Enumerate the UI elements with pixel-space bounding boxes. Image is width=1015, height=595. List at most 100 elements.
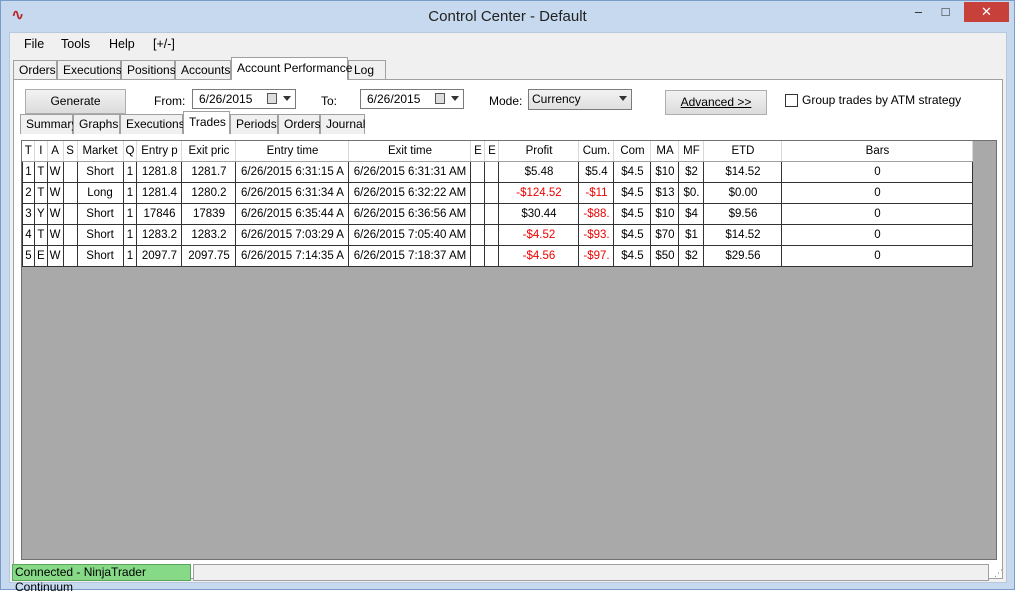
calendar-icon[interactable] xyxy=(435,93,445,104)
control-center-window: ∿ Control Center - Default – □ ✕ File To… xyxy=(0,0,1015,594)
column-header[interactable]: Entry time xyxy=(235,141,350,162)
column-header[interactable]: T xyxy=(22,141,35,162)
generate-button[interactable]: Generate xyxy=(25,89,126,114)
tab-summary[interactable]: Summary xyxy=(20,114,77,134)
table-row[interactable]: 2 T W Long 1 1281.4 1280.2 6/26/2015 6:31:34 A6… xyxy=(22,181,974,204)
tab-accounts[interactable]: Accounts xyxy=(175,60,231,80)
tab-periods[interactable]: Periods xyxy=(230,114,278,134)
column-header[interactable]: Exit time xyxy=(348,141,472,162)
table-cell: 1 xyxy=(22,160,35,183)
to-date-picker[interactable]: 6/26/2015 xyxy=(360,89,464,109)
table-cell xyxy=(62,181,78,204)
from-date-picker[interactable]: 6/26/2015 xyxy=(192,89,296,109)
table-cell: 3 xyxy=(22,202,35,225)
column-header[interactable]: E xyxy=(484,141,500,162)
column-header[interactable]: Bars xyxy=(781,141,974,162)
column-header[interactable]: E xyxy=(470,141,486,162)
table-row[interactable]: 5 E W Short 1 2097.7 2097.75 6/26/2015 7:14:35 … xyxy=(22,244,974,267)
resize-grip-icon[interactable]: ⋰ xyxy=(994,568,1003,579)
tab-account-performance[interactable]: Account Performance xyxy=(231,57,352,80)
advanced-button[interactable]: Advanced >> xyxy=(665,90,767,115)
table-cell: W xyxy=(46,223,64,246)
title-bar[interactable]: ∿ Control Center - Default – □ ✕ xyxy=(1,1,1014,32)
table-cell: Long xyxy=(76,181,124,204)
table-cell: -$4.56 xyxy=(498,244,580,267)
table-cell xyxy=(484,202,500,225)
column-header[interactable]: Exit pric xyxy=(181,141,237,162)
mode-select[interactable]: Currency xyxy=(528,89,632,110)
table-cell: W xyxy=(46,202,64,225)
table-cell: E xyxy=(34,244,48,267)
calendar-icon[interactable] xyxy=(267,93,277,104)
column-header[interactable]: ETD xyxy=(703,141,783,162)
table-row[interactable]: 4 T W Short 1 1283.2 1283.2 6/26/2015 7:03:29 A… xyxy=(22,223,974,246)
table-cell xyxy=(470,181,486,204)
table-cell: -$88. xyxy=(578,202,615,225)
table-row[interactable]: 1 T W Short 1 1281.8 1281.7 6/26/2015 6:31:15 A… xyxy=(22,160,974,183)
group-trades-checkbox[interactable] xyxy=(785,94,798,107)
tab-orders[interactable]: Orders xyxy=(13,60,57,80)
status-bar: Connected - NinjaTrader Continuum ⋰ xyxy=(10,563,1006,594)
tab-journal[interactable]: Journal xyxy=(320,114,365,134)
column-header[interactable]: S xyxy=(63,141,78,162)
table-cell xyxy=(470,223,486,246)
trades-grid[interactable]: T I A S Market Q Entry p Exit pric Entry time Exi… xyxy=(21,140,997,560)
tab-executions-inner[interactable]: Executions xyxy=(120,114,185,134)
table-cell: T xyxy=(34,223,48,246)
close-button[interactable]: ✕ xyxy=(964,2,1009,22)
column-header[interactable]: MA xyxy=(650,141,680,162)
trades-table: T I A S Market Q Entry p Exit pric Entry time Exi… xyxy=(22,141,974,267)
tab-log[interactable]: Log xyxy=(348,60,386,80)
to-label: To: xyxy=(321,94,338,108)
to-date-value: 6/26/2015 xyxy=(367,92,421,106)
column-header[interactable]: MF xyxy=(678,141,705,162)
table-cell: W xyxy=(46,181,64,204)
connection-status: Connected - NinjaTrader Continuum xyxy=(12,564,191,594)
tab-trades[interactable]: Trades xyxy=(183,111,230,134)
table-cell xyxy=(470,244,486,267)
table-cell: $70 xyxy=(650,223,680,246)
chevron-down-icon[interactable] xyxy=(283,96,291,101)
table-cell: 6/26/2015 7:14:35 A xyxy=(235,244,350,267)
table-cell xyxy=(62,202,78,225)
table-cell: 5 xyxy=(22,244,35,267)
column-header[interactable]: Profit xyxy=(498,141,580,162)
menu-toggle[interactable]: [+/-] xyxy=(153,37,175,51)
chevron-down-icon[interactable] xyxy=(619,96,627,101)
table-cell: $13 xyxy=(650,181,680,204)
table-cell xyxy=(62,160,78,183)
table-cell xyxy=(484,223,500,246)
column-header[interactable]: I xyxy=(34,141,48,162)
table-cell: $29.56 xyxy=(703,244,783,267)
table-cell: W xyxy=(46,160,64,183)
table-row[interactable]: 3 Y W Short 1 17846 17839 6/26/2015 6:35:44 A 6/… xyxy=(22,202,974,225)
column-header[interactable]: Market xyxy=(77,141,124,162)
table-cell: $0.00 xyxy=(703,181,783,204)
table-cell: 17839 xyxy=(181,202,237,225)
tab-executions[interactable]: Executions xyxy=(57,60,122,80)
table-cell: T xyxy=(34,181,48,204)
column-header[interactable]: Q xyxy=(123,141,138,162)
tab-positions[interactable]: Positions xyxy=(121,60,176,80)
tab-orders-inner[interactable]: Orders xyxy=(278,114,321,134)
menu-tools[interactable]: Tools xyxy=(61,37,90,51)
table-cell: -$124.52 xyxy=(498,181,580,204)
table-cell: $50 xyxy=(650,244,680,267)
column-header[interactable]: Cum. xyxy=(578,141,615,162)
from-date-value: 6/26/2015 xyxy=(199,92,253,106)
table-cell: 6/26/2015 6:32:22 AM xyxy=(348,181,472,204)
from-label: From: xyxy=(154,94,186,108)
menu-help[interactable]: Help xyxy=(109,37,135,51)
minimize-button[interactable]: – xyxy=(905,2,932,22)
table-cell: $4.5 xyxy=(613,223,652,246)
column-header[interactable]: A xyxy=(47,141,64,162)
chevron-down-icon[interactable] xyxy=(451,96,459,101)
tab-graphs[interactable]: Graphs xyxy=(73,114,120,134)
menu-file[interactable]: File xyxy=(24,37,44,51)
table-cell: 0 xyxy=(781,160,974,183)
column-header[interactable]: Entry p xyxy=(136,141,183,162)
maximize-button[interactable]: □ xyxy=(932,2,959,22)
table-cell: 6/26/2015 6:31:15 A xyxy=(235,160,350,183)
column-header[interactable]: Com xyxy=(613,141,652,162)
table-cell: 6/26/2015 7:18:37 AM xyxy=(348,244,472,267)
